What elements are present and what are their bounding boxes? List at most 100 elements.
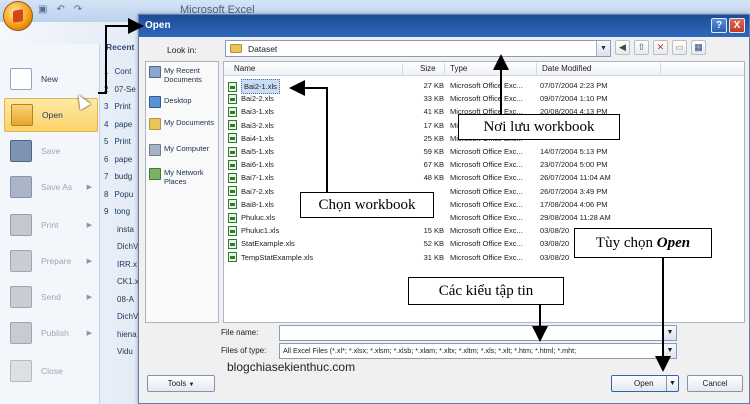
recent-document-item[interactable]: 1 Cont <box>104 67 140 76</box>
menu-item-label: Close <box>41 366 63 376</box>
files-of-type-select[interactable]: All Excel Files (*.xl*; *.xlsx; *.xlsm; … <box>279 343 677 359</box>
excel-file-icon <box>228 159 237 170</box>
open-dialog: Open ? X Look in: Dataset ▼ ◀ ⇧ ✕ ▭ ▦ My… <box>138 14 750 404</box>
file-size-cell: 15 KB <box>423 226 444 236</box>
file-name-text: StatExample.xls <box>241 239 295 249</box>
column-divider[interactable] <box>536 63 537 75</box>
file-row[interactable]: Bai5-1.xls 59 KB Microsoft Office Exc... 14… <box>226 145 742 158</box>
recent-document-item[interactable]: 9 tong <box>104 207 140 216</box>
recent-document-label: Print <box>114 102 131 111</box>
file-size-cell: 41 KB <box>423 107 444 117</box>
excel-file-icon <box>228 106 237 117</box>
menu-item-save-as[interactable]: Save As ▶ <box>4 170 98 204</box>
file-row[interactable]: Bai2-1.xls 27 KB Microsoft Office Exc... 07… <box>226 79 742 94</box>
views-icon[interactable]: ▦ <box>691 40 706 55</box>
file-name-input[interactable] <box>279 325 677 341</box>
my-documents-icon <box>149 118 161 130</box>
menu-item-print[interactable]: Print ▶ <box>4 208 98 242</box>
chevron-down-icon: ▼ <box>188 382 195 388</box>
place-desktop[interactable]: Desktop <box>149 96 219 108</box>
file-row[interactable]: Bai2-2.xls 33 KB Microsoft Office Exc... 09… <box>226 92 742 105</box>
excel-file-icon <box>228 120 237 131</box>
recent-documents-icon <box>149 66 161 78</box>
open-folder-icon <box>11 104 33 126</box>
column-divider[interactable] <box>444 63 445 75</box>
callout-open-options-prefix: Tùy chọn <box>595 235 657 251</box>
send-icon <box>10 286 32 308</box>
redo-icon[interactable]: ↷ <box>74 4 82 15</box>
file-name-cell: StatExample.xls <box>228 237 404 250</box>
file-row[interactable]: Bai6-1.xls 67 KB Microsoft Office Exc... 23… <box>226 158 742 171</box>
up-folder-icon[interactable]: ⇧ <box>634 40 649 55</box>
menu-item-new[interactable]: New <box>4 62 98 96</box>
open-options-dropdown[interactable]: ▼ <box>666 376 678 391</box>
close-document-icon <box>10 360 32 382</box>
delete-icon[interactable]: ✕ <box>653 40 668 55</box>
help-button[interactable]: ? <box>711 18 727 33</box>
chevron-down-icon[interactable]: ▼ <box>596 41 610 56</box>
recent-document-number: 8 <box>104 189 109 199</box>
menu-item-close[interactable]: Close <box>4 354 98 388</box>
submenu-arrow-icon: ▶ <box>86 184 92 191</box>
cancel-button[interactable]: Cancel <box>687 375 743 392</box>
column-header-size[interactable]: Size <box>420 64 436 73</box>
tools-button[interactable]: Tools ▼ <box>147 375 215 392</box>
submenu-arrow-icon: ▶ <box>86 294 92 301</box>
recent-document-item[interactable]: 5 Print <box>104 137 140 146</box>
recent-document-item[interactable]: 4 pape <box>104 120 140 129</box>
file-type-cell: Microsoft Office Exc... <box>450 199 523 209</box>
look-in-dropdown[interactable]: Dataset ▼ <box>225 40 611 57</box>
place-my-computer[interactable]: My Computer <box>149 144 219 156</box>
new-folder-icon[interactable]: ▭ <box>672 40 687 55</box>
excel-file-icon <box>228 238 237 249</box>
recent-document-number: 3 <box>104 102 109 111</box>
column-divider[interactable] <box>660 63 661 75</box>
menu-item-prepare[interactable]: Prepare ▶ <box>4 244 98 278</box>
recent-document-number: 1 <box>104 67 109 76</box>
watermark: blogchiasekienthuc.com <box>227 360 356 374</box>
column-header-type[interactable]: Type <box>450 64 467 73</box>
menu-item-send[interactable]: Send ▶ <box>4 280 98 314</box>
file-date-cell: 29/08/2004 11:28 AM <box>540 213 611 222</box>
close-button[interactable]: X <box>729 18 745 33</box>
new-document-icon <box>10 68 32 90</box>
recent-document-label: Vidu <box>117 347 133 356</box>
file-size-cell: 17 KB <box>423 120 444 130</box>
office-button[interactable] <box>3 1 33 31</box>
file-date-cell: 26/07/2004 11:04 AM <box>540 173 611 183</box>
file-name-text: TempStatExample.xls <box>241 252 314 262</box>
recent-document-label: 08-A <box>117 294 134 304</box>
menu-item-publish[interactable]: Publish ▶ <box>4 316 98 350</box>
back-icon[interactable]: ◀ <box>615 40 630 55</box>
recent-document-item[interactable]: 6 pape <box>104 155 140 164</box>
column-divider[interactable] <box>402 63 403 75</box>
recent-document-label: Cont <box>114 67 132 76</box>
file-type-cell: Microsoft Office Exc... <box>450 213 523 222</box>
recent-document-item[interactable]: 7 budg <box>104 172 140 181</box>
undo-icon[interactable]: ↶ <box>56 4 64 15</box>
recent-document-label: pape <box>114 154 133 164</box>
recent-document-label: Popu <box>114 189 134 199</box>
recent-document-item[interactable]: 2 07-Se <box>104 85 140 94</box>
column-header-name[interactable]: Name <box>234 64 255 73</box>
recent-document-label: pape <box>114 119 133 129</box>
file-row[interactable]: Bai7-1.xls 48 KB Microsoft Office Exc... 26… <box>226 171 742 184</box>
file-size-cell: 52 KB <box>423 239 444 249</box>
menu-item-save[interactable]: Save <box>4 134 98 168</box>
chevron-down-icon[interactable]: ▼ <box>663 326 676 340</box>
dialog-titlebar: Open ? X <box>139 15 749 37</box>
recent-document-item[interactable]: 8 Popu <box>104 190 140 199</box>
place-my-recent-documents[interactable]: My Recent Documents <box>149 66 219 84</box>
place-my-network-places[interactable]: My Network Places <box>149 168 219 186</box>
save-icon[interactable]: ▣ <box>38 4 47 15</box>
open-button[interactable]: Open ▼ <box>611 375 679 392</box>
place-my-documents[interactable]: My Documents <box>149 118 219 130</box>
excel-file-icon <box>228 93 237 104</box>
recent-document-item[interactable]: 3 Print <box>104 102 140 111</box>
excel-file-icon <box>228 252 237 263</box>
column-header-date[interactable]: Date Modified <box>542 64 591 73</box>
excel-file-icon <box>228 199 237 210</box>
chevron-down-icon[interactable]: ▼ <box>663 344 676 358</box>
file-name-text: Bai3-1.xls <box>241 107 274 117</box>
recent-document-number: 7 <box>104 172 109 181</box>
